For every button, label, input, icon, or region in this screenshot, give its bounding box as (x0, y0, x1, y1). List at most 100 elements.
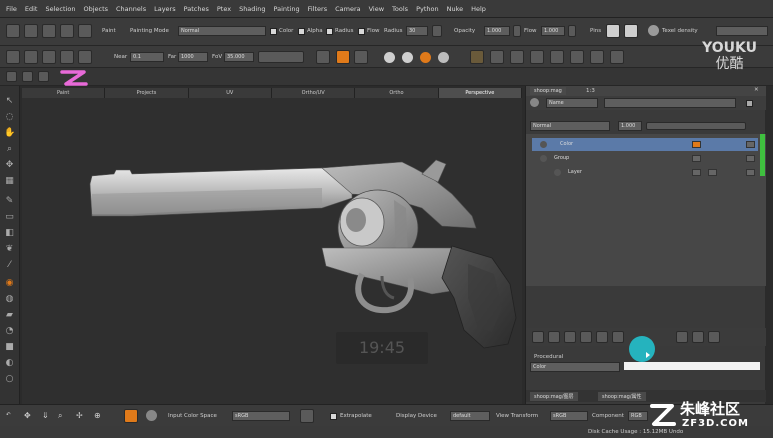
snap-button-6[interactable] (570, 50, 584, 64)
eraser-tool-button[interactable] (24, 24, 38, 38)
snap-button-3[interactable] (510, 50, 524, 64)
smudge-icon[interactable]: ❦ (4, 244, 15, 255)
layer-visibility-icon[interactable] (540, 155, 547, 162)
menu-objects[interactable]: Objects (83, 5, 108, 13)
swatch-icon[interactable]: ■ (4, 342, 15, 353)
exposure-button[interactable] (300, 409, 314, 423)
projection-icon[interactable]: ◉ (4, 278, 15, 289)
zoom-icon[interactable]: ⌕ (4, 144, 15, 155)
layer-row-color[interactable]: Color (532, 138, 758, 151)
shelf-button-2[interactable] (22, 71, 33, 82)
display-device-select[interactable]: default (450, 411, 490, 421)
menu-shading[interactable]: Shading (239, 5, 265, 13)
snap-button-4[interactable] (530, 50, 544, 64)
radius-slider-button[interactable] (432, 25, 442, 37)
view-button-3[interactable] (42, 50, 56, 64)
light-button[interactable] (316, 50, 330, 64)
pins-button-a[interactable] (606, 24, 620, 38)
delete-layer-button[interactable] (708, 331, 720, 343)
panel-close-icon[interactable]: ✕ (754, 87, 759, 93)
menu-view[interactable]: View (369, 5, 384, 13)
snap-button-7[interactable] (590, 50, 604, 64)
pan-view-icon[interactable]: ✢ (76, 411, 83, 420)
fov-field[interactable]: 35.000 (224, 52, 254, 62)
flow-field[interactable]: 1.000 (541, 26, 565, 36)
transform-icon[interactable]: ◐ (4, 358, 15, 369)
search-input[interactable] (604, 98, 736, 108)
select-arrow-icon[interactable]: ↖ (4, 96, 15, 107)
eraser-icon[interactable]: ▭ (4, 212, 15, 223)
flow-checkbox[interactable] (358, 28, 365, 35)
bottom-tab-layers[interactable]: shoop:mag/图层 (530, 392, 578, 401)
menu-channels[interactable]: Channels (116, 5, 146, 13)
near-field[interactable]: 0.1 (130, 52, 164, 62)
snap-button-5[interactable] (550, 50, 564, 64)
opacity-slider-button[interactable] (513, 25, 521, 37)
tab-ortho[interactable]: Ortho (355, 88, 439, 98)
tab-projects[interactable]: Projects (105, 88, 189, 98)
layer-option-button[interactable] (676, 331, 688, 343)
view-transform-select[interactable]: sRGB (550, 411, 588, 421)
down-arrow-icon[interactable]: ⇓ (42, 411, 49, 420)
tab-perspective[interactable]: Perspective (438, 88, 522, 98)
shading-sphere-4-icon[interactable] (438, 52, 449, 63)
menu-nuke[interactable]: Nuke (447, 5, 464, 13)
snap-button-2[interactable] (490, 50, 504, 64)
grid-icon[interactable]: ▦ (4, 176, 15, 187)
add-layer-button[interactable] (532, 331, 544, 343)
lasso-icon[interactable]: ◌ (4, 112, 15, 123)
move-icon[interactable]: ✥ (4, 160, 15, 171)
snap-button-8[interactable] (610, 50, 624, 64)
snap-button-1[interactable] (470, 50, 484, 64)
menu-ptex[interactable]: Ptex (217, 5, 231, 13)
menu-help[interactable]: Help (471, 5, 486, 13)
bottom-tab-properties[interactable]: shoop:mag/属性 (598, 392, 646, 401)
menu-selection[interactable]: Selection (45, 5, 75, 13)
blend-opacity-field[interactable]: 1.000 (618, 121, 642, 131)
panel-title-tab[interactable]: shoop:mag (530, 87, 566, 95)
lighting-toggle-button[interactable] (336, 50, 350, 64)
add-mask-button[interactable] (596, 331, 608, 343)
radius-checkbox[interactable] (326, 28, 333, 35)
view-button-2[interactable] (24, 50, 38, 64)
menu-python[interactable]: Python (416, 5, 439, 13)
far-field[interactable]: 1000 (178, 52, 208, 62)
layer-link-icon[interactable] (746, 169, 755, 176)
shading-sphere-2-icon[interactable] (402, 52, 413, 63)
flow-slider-button[interactable] (568, 25, 576, 37)
menu-layers[interactable]: Layers (154, 5, 176, 13)
brush-tool-button[interactable] (6, 24, 20, 38)
stencil-icon[interactable]: ▰ (4, 310, 15, 321)
layer-link-icon[interactable] (746, 141, 755, 148)
hand-icon[interactable]: ✋ (4, 128, 15, 139)
pins-button-b[interactable] (624, 24, 638, 38)
component-select[interactable]: RGB (628, 411, 648, 421)
duplicate-layer-button[interactable] (612, 331, 624, 343)
layer-row-layer[interactable]: Layer (532, 166, 758, 179)
texel-density-icon[interactable] (648, 25, 659, 36)
menu-edit[interactable]: Edit (25, 5, 38, 13)
gradient-icon[interactable]: ◍ (4, 294, 15, 305)
brush-icon[interactable]: ✎ (4, 196, 15, 207)
shelf-button-3[interactable] (38, 71, 49, 82)
add-procedural-button[interactable] (580, 331, 592, 343)
extrapolate-checkbox[interactable] (330, 413, 337, 420)
color-checkbox[interactable] (270, 28, 277, 35)
move-gizmo-icon[interactable]: ✥ (24, 411, 31, 420)
view-button-5[interactable] (78, 50, 92, 64)
3d-viewport[interactable] (22, 98, 522, 404)
fov-slider[interactable] (258, 51, 304, 63)
shading-sphere-active-icon[interactable] (420, 52, 431, 63)
mask-icon[interactable]: ○ (4, 374, 15, 385)
menu-painting[interactable]: Painting (273, 5, 299, 13)
menu-camera[interactable]: Camera (335, 5, 361, 13)
tab-uv[interactable]: UV (189, 88, 272, 98)
blend-mode-select[interactable]: Normal (530, 121, 610, 131)
layer-link-icon[interactable] (746, 155, 755, 162)
zoom-view-icon[interactable]: ⌕ (58, 411, 62, 421)
eyedropper-icon[interactable]: ⁄ (4, 260, 15, 271)
fill-tool-button[interactable] (78, 24, 92, 38)
shading-sphere-1-icon[interactable] (384, 52, 395, 63)
clone-tool-button[interactable] (42, 24, 56, 38)
add-group-button[interactable] (548, 331, 560, 343)
